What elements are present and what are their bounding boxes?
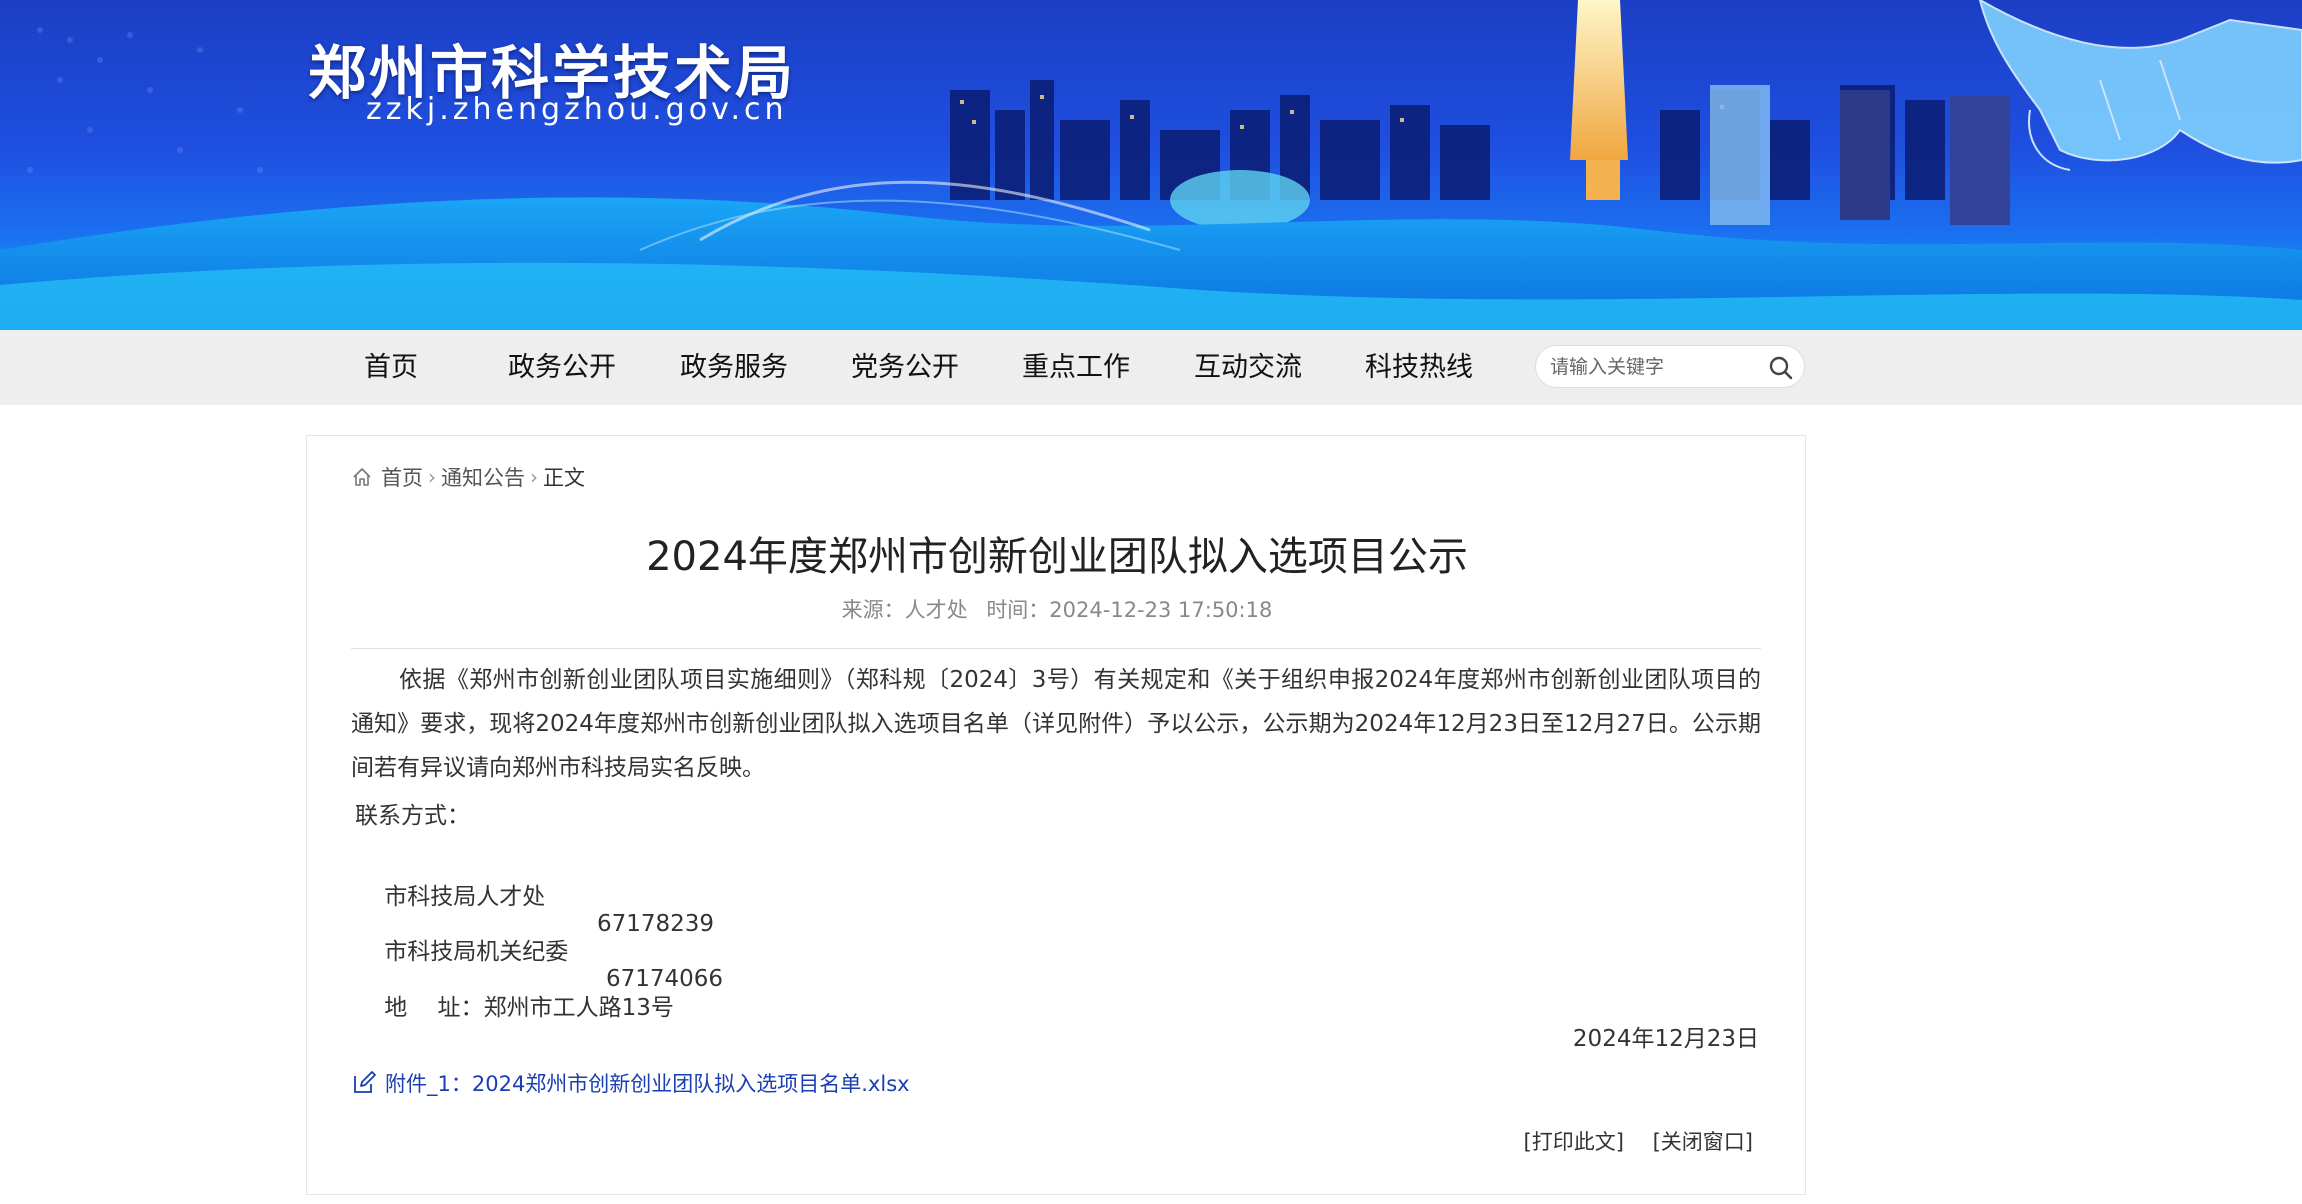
attachment-label[interactable]: 附件_1：2024郑州市创新创业团队拟入选项目名单.xlsx <box>385 1068 910 1098</box>
address-label: 地 址： <box>384 995 484 1021</box>
article-panel: 首页 › 通知公告 › 正文 2024年度郑州市创新创业团队拟入选项目公示 来源… <box>306 435 1806 1195</box>
article-time: 时间：2024-12-23 17:50:18 <box>986 598 1273 622</box>
site-domain: zzkj.zhengzhou.gov.cn <box>366 92 788 127</box>
address-value: 郑州市工人路13号 <box>483 995 674 1021</box>
main-navigation: 首页 政务公开 政务服务 党务公开 重点工作 互动交流 科技热线 <box>0 330 2302 405</box>
search-input[interactable] <box>1550 352 1750 382</box>
contact-phone: 67178239 <box>597 911 715 937</box>
nav-government-services[interactable]: 政务服务 <box>680 330 788 405</box>
chevron-right-icon: › <box>530 465 538 489</box>
article-source: 来源：人才处 <box>841 598 968 622</box>
nav-party-affairs[interactable]: 党务公开 <box>851 330 959 405</box>
breadcrumb: 首页 › 通知公告 › 正文 <box>351 462 585 492</box>
nav-government-affairs[interactable]: 政务公开 <box>508 330 616 405</box>
print-button[interactable]: [打印此文] <box>1524 1130 1624 1154</box>
chevron-right-icon: › <box>428 465 436 489</box>
site-banner: 郑州市科学技术局 zzkj.zhengzhou.gov.cn <box>0 0 2302 330</box>
search-box <box>1535 345 1805 388</box>
breadcrumb-current: 正文 <box>543 466 585 490</box>
home-icon <box>353 468 371 486</box>
article-actions: [打印此文] [关闭窗口] <box>1524 1126 1753 1156</box>
title-divider <box>351 648 1761 649</box>
article-body: 依据《郑州市创新创业团队项目实施细则》（郑科规〔2024〕3号）有关规定和《关于… <box>351 658 1761 790</box>
edit-icon <box>354 1071 376 1093</box>
breadcrumb-notices[interactable]: 通知公告 <box>441 462 525 492</box>
article-meta: 来源：人才处 时间：2024-12-23 17:50:18 <box>307 594 1807 624</box>
close-window-button[interactable]: [关闭窗口] <box>1653 1130 1753 1154</box>
nav-home[interactable]: 首页 <box>364 330 418 405</box>
article-paragraph: 依据《郑州市创新创业团队项目实施细则》（郑科规〔2024〕3号）有关规定和《关于… <box>351 667 1761 781</box>
contact-heading: 联系方式： <box>355 803 470 829</box>
nav-tech-hotline[interactable]: 科技热线 <box>1365 330 1473 405</box>
publish-date: 2024年12月23日 <box>1572 1026 1759 1052</box>
attachment-link[interactable]: 附件_1：2024郑州市创新创业团队拟入选项目名单.xlsx <box>351 1068 910 1098</box>
address-row: 地 址：郑州市工人路13号 <box>355 962 674 1048</box>
nav-interaction[interactable]: 互动交流 <box>1194 330 1302 405</box>
nav-key-work[interactable]: 重点工作 <box>1022 330 1130 405</box>
search-icon[interactable] <box>1768 355 1794 381</box>
breadcrumb-home[interactable]: 首页 <box>381 462 423 492</box>
article-title: 2024年度郑州市创新创业团队拟入选项目公示 <box>646 534 1468 580</box>
